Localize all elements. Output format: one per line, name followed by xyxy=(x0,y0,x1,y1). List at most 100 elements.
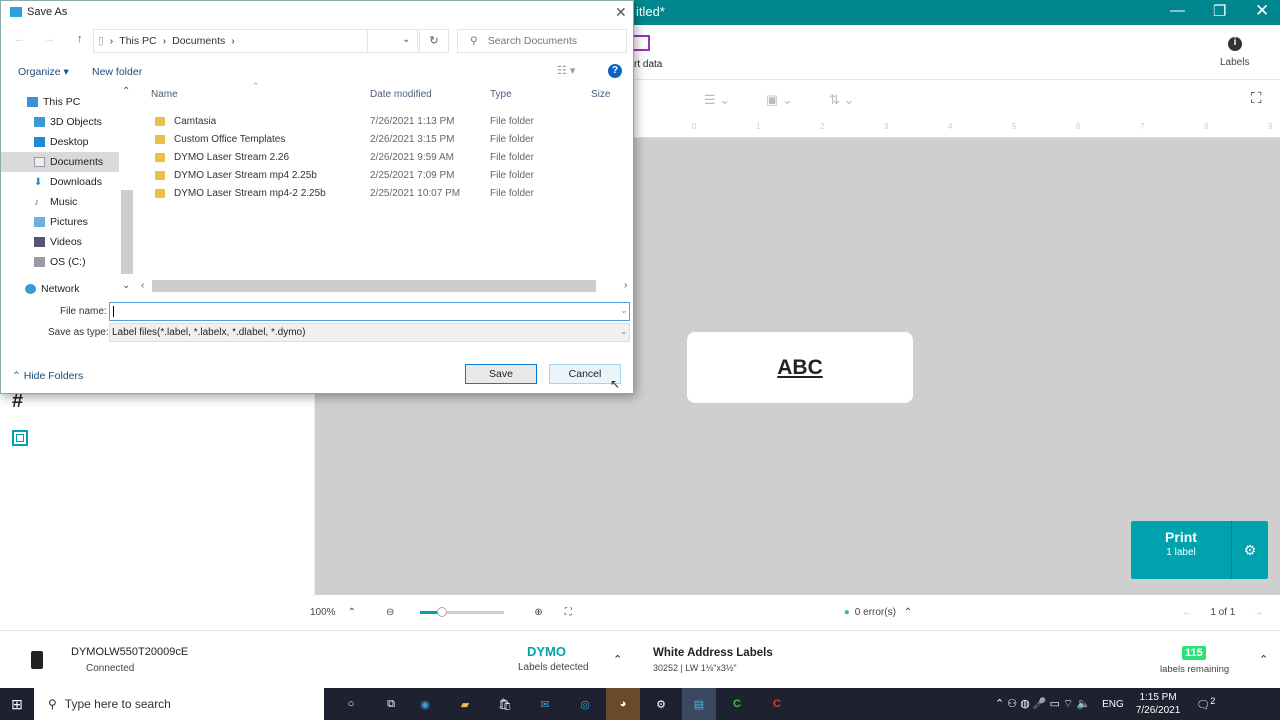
error-count[interactable]: 0 error(s) xyxy=(855,607,896,618)
align-icon[interactable]: ☰ ⌄ xyxy=(704,92,730,108)
import-data-button[interactable]: rt data xyxy=(634,59,662,70)
tray-icons[interactable]: ⌃ ⚇ ◍ 🎤 ▭ ⌔ 🔈 xyxy=(995,697,1090,711)
nav-os-c[interactable]: OS (C:) xyxy=(1,252,119,272)
nav-videos[interactable]: Videos xyxy=(1,232,119,252)
view-options-icon[interactable]: ☷ ▾ xyxy=(557,64,575,77)
column-size[interactable]: Size xyxy=(591,89,610,100)
nav-downloads[interactable]: ⬇ Downloads xyxy=(1,172,119,192)
import-data-icon xyxy=(632,35,650,51)
taskbar-search[interactable]: ⚲ Type here to search xyxy=(34,688,324,720)
nav-label: Downloads xyxy=(50,176,102,188)
edge-icon[interactable]: ◉ xyxy=(412,698,438,711)
shape-icon[interactable] xyxy=(12,430,28,446)
column-name[interactable]: Name xyxy=(151,89,178,100)
breadcrumb-documents[interactable]: Documents xyxy=(172,35,225,47)
nav-documents[interactable]: Documents xyxy=(1,152,119,172)
print-settings-icon[interactable]: ⚙ xyxy=(1231,521,1268,579)
restore-button[interactable]: ❐ xyxy=(1213,2,1226,20)
mail-icon[interactable]: ✉ xyxy=(532,698,558,711)
labels-button[interactable]: Labels xyxy=(1220,57,1249,68)
search-icon: ⚲ xyxy=(48,697,57,711)
chevron-up-icon[interactable]: ⌃ xyxy=(1259,653,1268,666)
printer-name[interactable]: DYMOLW550T20009cE xyxy=(71,646,188,658)
forward-button[interactable]: → xyxy=(44,33,55,45)
nav-scroll-down[interactable]: ⌄ xyxy=(122,280,130,291)
nav-scrollbar[interactable] xyxy=(121,190,133,274)
chevron-up-icon[interactable]: ⌃ xyxy=(904,607,912,618)
dymo-connect-icon[interactable]: ▤ xyxy=(682,688,716,720)
label-preview[interactable]: ABC xyxy=(687,332,913,403)
back-button[interactable]: ← xyxy=(14,33,25,45)
file-row[interactable]: Custom Office Templates 2/26/2021 3:15 PM… xyxy=(151,130,601,148)
store-icon[interactable]: 🛍 xyxy=(492,698,518,711)
notifications-icon[interactable]: 🗨2 xyxy=(1196,696,1215,712)
zoom-in-icon[interactable]: ⊕ xyxy=(534,607,542,618)
arrange-icon[interactable]: ▣ ⌄ xyxy=(766,92,793,108)
nav-desktop[interactable]: Desktop xyxy=(1,132,119,152)
chevron-down-icon[interactable]: ⌄ xyxy=(620,326,628,337)
up-button[interactable]: ↑ xyxy=(77,33,83,45)
save-button[interactable]: Save xyxy=(465,364,537,384)
search-documents-input[interactable]: ⚲ Search Documents xyxy=(457,29,627,53)
column-date[interactable]: Date modified xyxy=(370,89,432,100)
close-button[interactable]: ✕ xyxy=(1255,1,1269,21)
horizontal-scrollbar[interactable] xyxy=(152,280,596,292)
status-dot-icon: ● xyxy=(843,607,850,618)
task-view-icon[interactable]: ⧉ xyxy=(378,698,404,711)
zoom-out-icon[interactable]: ⊖ xyxy=(386,607,394,618)
organize-button[interactable]: Organize ▾ xyxy=(18,66,69,78)
next-page-icon[interactable]: → xyxy=(1253,607,1263,618)
file-row[interactable]: DYMO Laser Stream mp4-2 2.25b 2/25/2021 1… xyxy=(151,184,601,202)
column-type[interactable]: Type xyxy=(490,89,512,100)
lock-icon[interactable]: ⛶ xyxy=(1251,90,1262,107)
zoom-value[interactable]: 100% xyxy=(310,607,336,618)
nav-scroll-up[interactable]: ⌃ xyxy=(122,86,130,97)
file-row[interactable]: DYMO Laser Stream mp4 2.25b 2/25/2021 7:0… xyxy=(151,166,601,184)
scroll-left-icon[interactable]: ‹ xyxy=(141,280,144,291)
ruler-tick: 9 xyxy=(1268,122,1273,131)
nav-3d-objects[interactable]: 3D Objects xyxy=(1,112,119,132)
file-name-input[interactable]: ⌄ xyxy=(109,302,630,321)
file-row[interactable]: Camtasia 7/26/2021 1:13 PM File folder xyxy=(151,112,601,130)
breadcrumb-this-pc[interactable]: This PC xyxy=(119,35,156,47)
hide-folders-button[interactable]: ⌃ Hide Folders xyxy=(12,370,83,382)
nav-label: 3D Objects xyxy=(50,116,102,128)
print-button[interactable]: Print 1 label ⚙ xyxy=(1131,521,1268,579)
nav-label: Network xyxy=(41,283,80,295)
minimize-button[interactable]: — xyxy=(1170,2,1185,19)
camtasia-icon[interactable]: C xyxy=(724,698,750,710)
dialog-close-button[interactable]: ✕ xyxy=(615,4,627,21)
browser-icon[interactable]: ◎ xyxy=(572,698,598,711)
chevron-up-icon[interactable]: ⌃ xyxy=(613,653,622,666)
scroll-right-icon[interactable]: › xyxy=(624,280,627,291)
help-icon[interactable]: ? xyxy=(608,64,622,78)
chrome-icon[interactable]: ◕ xyxy=(606,688,640,720)
address-dropdown[interactable]: ⌄ xyxy=(368,29,418,53)
folder-icon xyxy=(155,152,165,162)
chevron-down-icon[interactable]: ⌄ xyxy=(620,305,628,316)
fit-icon[interactable]: ⛶ xyxy=(565,607,572,618)
new-folder-button[interactable]: New folder xyxy=(92,66,142,78)
nav-this-pc[interactable]: This PC xyxy=(1,92,119,112)
cortana-icon[interactable]: ○ xyxy=(338,698,364,710)
camtasia-recorder-icon[interactable]: C xyxy=(764,698,790,710)
language[interactable]: ENG xyxy=(1102,699,1124,710)
file-row[interactable]: DYMO Laser Stream 2.26 2/26/2021 9:59 AM F… xyxy=(151,148,601,166)
file-explorer-icon[interactable]: ▰ xyxy=(452,698,478,711)
nav-network[interactable]: Network xyxy=(1,279,119,299)
zoom-slider[interactable] xyxy=(420,607,505,617)
app-title: itled* xyxy=(636,4,665,19)
refresh-button[interactable]: ↻ xyxy=(419,29,449,53)
settings-icon[interactable]: ⚙ xyxy=(648,698,674,711)
distribute-icon[interactable]: ⇅ ⌄ xyxy=(829,92,854,108)
nav-pictures[interactable]: Pictures xyxy=(1,212,119,232)
chevron-up-icon[interactable]: ⌃ xyxy=(348,607,356,618)
save-type-select[interactable]: Label files(*.label, *.labelx, *.dlabel,… xyxy=(109,323,630,342)
clock[interactable]: 1:15 PM 7/26/2021 xyxy=(1136,691,1181,717)
address-bar[interactable]: ▯ › This PC › Documents › xyxy=(93,29,368,53)
nav-music[interactable]: ♪ Music xyxy=(1,192,119,212)
info-icon: i xyxy=(1228,37,1242,51)
windows-start-icon[interactable]: ⊞ xyxy=(0,696,34,713)
prev-page-icon[interactable]: ← xyxy=(1182,607,1192,618)
label-type-name[interactable]: White Address Labels xyxy=(653,647,773,659)
